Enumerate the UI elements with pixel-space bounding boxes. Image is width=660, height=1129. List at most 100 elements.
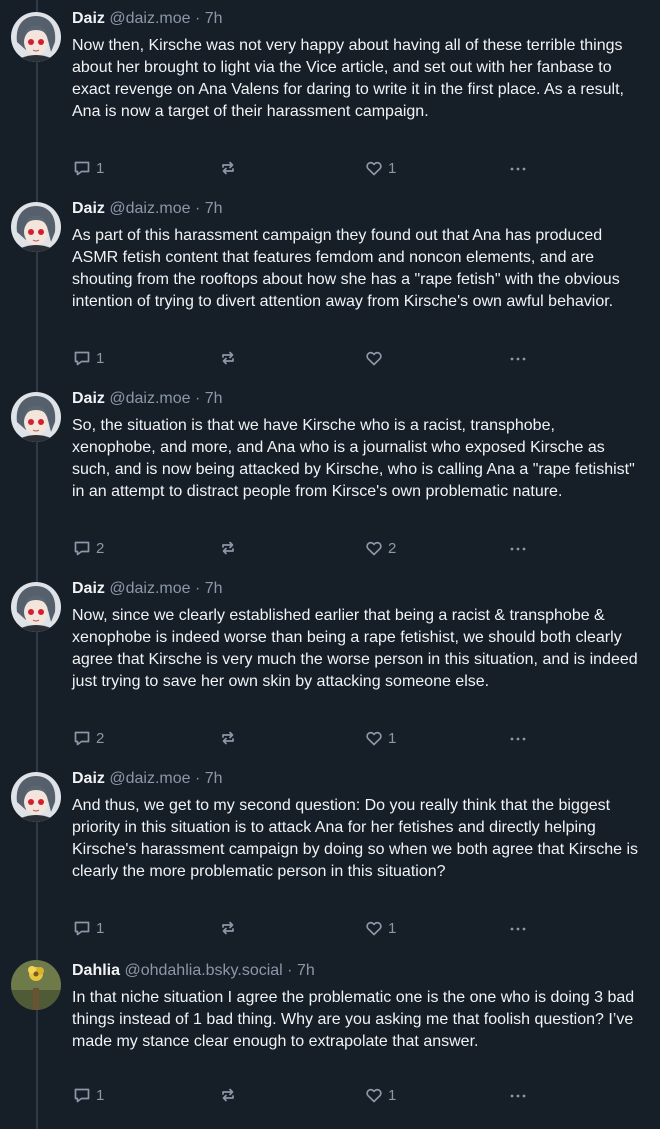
anime-avatar-image xyxy=(11,12,61,62)
repost-icon xyxy=(218,158,238,178)
separator: · xyxy=(194,200,201,217)
flower-avatar-image xyxy=(11,960,61,1010)
more-button[interactable] xyxy=(508,917,528,939)
repost-button[interactable] xyxy=(218,347,242,369)
speech-bubble-icon xyxy=(72,728,92,748)
post-actions: 2 1 xyxy=(72,727,542,749)
repost-button[interactable] xyxy=(218,917,242,939)
more-button[interactable] xyxy=(508,537,528,559)
speech-bubble-icon xyxy=(72,918,92,938)
more-dots-icon xyxy=(508,538,528,558)
avatar[interactable] xyxy=(11,772,61,822)
thread-line xyxy=(36,570,38,582)
like-button[interactable]: 1 xyxy=(364,917,396,939)
anime-avatar-image xyxy=(11,392,61,442)
author-name[interactable]: Daiz xyxy=(72,770,105,787)
post-time[interactable]: 7h xyxy=(205,770,223,787)
thread-line xyxy=(36,822,38,950)
repost-icon xyxy=(218,918,238,938)
post-time[interactable]: 7h xyxy=(205,390,223,407)
avatar[interactable] xyxy=(11,582,61,632)
anime-avatar-image xyxy=(11,772,61,822)
more-button[interactable] xyxy=(508,157,528,179)
separator: · xyxy=(287,962,293,979)
avatar[interactable] xyxy=(11,392,61,442)
thread-line xyxy=(36,1010,38,1129)
post[interactable]: Daiz @daiz.moe · 7h And thus, we get to … xyxy=(0,760,660,950)
like-count: 2 xyxy=(388,539,397,557)
avatar[interactable] xyxy=(11,960,61,1010)
reply-count: 1 xyxy=(96,159,105,177)
author-handle[interactable]: @daiz.moe xyxy=(109,770,190,787)
reply-count: 1 xyxy=(96,919,105,937)
like-button[interactable]: 1 xyxy=(364,727,396,749)
post[interactable]: Dahlia @ohdahlia.bsky.social · 7h In tha… xyxy=(0,950,660,1129)
like-button[interactable] xyxy=(364,347,388,369)
post-time[interactable]: 7h xyxy=(205,10,223,27)
author-handle[interactable]: @daiz.moe xyxy=(109,580,190,597)
more-dots-icon xyxy=(508,158,528,178)
repost-icon xyxy=(218,728,238,748)
more-button[interactable] xyxy=(508,1084,528,1106)
heart-icon xyxy=(364,348,384,368)
thread-line xyxy=(36,252,38,380)
reply-button[interactable]: 1 xyxy=(72,1084,104,1106)
like-button[interactable]: 1 xyxy=(364,1084,396,1106)
post-actions: 1 1 xyxy=(72,917,542,939)
reply-count: 2 xyxy=(96,539,105,557)
post[interactable]: Daiz @daiz.moe · 7h So, the situation is… xyxy=(0,380,660,570)
like-button[interactable]: 1 xyxy=(364,157,396,179)
post-time[interactable]: 7h xyxy=(205,580,223,597)
repost-icon xyxy=(218,538,238,558)
repost-button[interactable] xyxy=(218,1084,242,1106)
author-handle[interactable]: @daiz.moe xyxy=(109,10,190,27)
reply-button[interactable]: 1 xyxy=(72,917,104,939)
reply-button[interactable]: 2 xyxy=(72,727,104,749)
like-button[interactable]: 2 xyxy=(364,537,396,559)
post-time[interactable]: 7h xyxy=(205,200,223,217)
avatar[interactable] xyxy=(11,202,61,252)
more-dots-icon xyxy=(508,348,528,368)
anime-avatar-image xyxy=(11,582,61,632)
more-button[interactable] xyxy=(508,727,528,749)
speech-bubble-icon xyxy=(72,348,92,368)
reply-button[interactable]: 1 xyxy=(72,157,104,179)
thread-line xyxy=(36,632,38,760)
repost-icon xyxy=(218,348,238,368)
repost-button[interactable] xyxy=(218,537,242,559)
like-count: 1 xyxy=(388,1086,397,1104)
author-name[interactable]: Daiz xyxy=(72,390,105,407)
heart-icon xyxy=(364,538,384,558)
author-name[interactable]: Daiz xyxy=(72,200,105,217)
author-name[interactable]: Daiz xyxy=(72,10,105,27)
post-time[interactable]: 7h xyxy=(297,962,315,979)
post-actions: 1 xyxy=(72,347,542,369)
more-button[interactable] xyxy=(508,347,528,369)
author-handle[interactable]: @daiz.moe xyxy=(109,390,190,407)
thread-line xyxy=(36,950,38,960)
thread-line xyxy=(36,190,38,202)
repost-button[interactable] xyxy=(218,157,242,179)
reply-button[interactable]: 2 xyxy=(72,537,104,559)
avatar[interactable] xyxy=(11,12,61,62)
author-handle[interactable]: @ohdahlia.bsky.social xyxy=(124,962,282,979)
author-handle[interactable]: @daiz.moe xyxy=(109,200,190,217)
heart-icon xyxy=(364,1085,384,1105)
thread-line xyxy=(36,62,38,190)
post-text: In that niche situation I agree the prob… xyxy=(72,989,635,1050)
post-text: Now then, Kirsche was not very happy abo… xyxy=(72,37,624,120)
author-name[interactable]: Daiz xyxy=(72,580,105,597)
post[interactable]: Daiz @daiz.moe · 7h As part of this hara… xyxy=(0,190,660,380)
post-text: So, the situation is that we have Kirsch… xyxy=(72,417,635,500)
reply-button[interactable]: 1 xyxy=(72,347,104,369)
separator: · xyxy=(194,10,201,27)
more-dots-icon xyxy=(508,1085,528,1105)
speech-bubble-icon xyxy=(72,158,92,178)
heart-icon xyxy=(364,158,384,178)
post[interactable]: Daiz @daiz.moe · 7h Now then, Kirsche wa… xyxy=(0,0,660,190)
like-count: 1 xyxy=(388,729,397,747)
like-count: 1 xyxy=(388,919,397,937)
repost-button[interactable] xyxy=(218,727,242,749)
post[interactable]: Daiz @daiz.moe · 7h Now, since we clearl… xyxy=(0,570,660,760)
author-name[interactable]: Dahlia xyxy=(72,962,120,979)
